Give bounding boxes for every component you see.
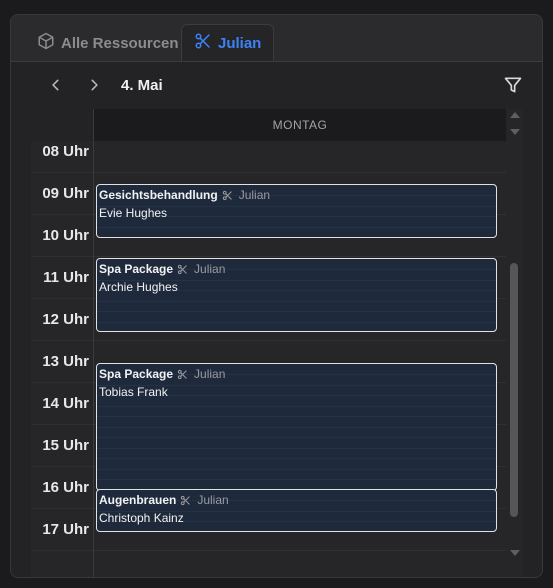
resource-tag: Julian: [180, 493, 229, 507]
appointment-title: Spa Package Julian: [99, 262, 225, 276]
service-name: Gesichtsbehandlung: [99, 188, 218, 202]
time-gutter-header: [31, 109, 93, 141]
gutter-gridline: [31, 256, 93, 257]
resource-name: Julian: [197, 493, 229, 507]
resource-name: Julian: [194, 367, 226, 381]
gutter-gridline: [31, 424, 93, 425]
hour-label: 15 Uhr: [42, 437, 89, 454]
hour-gridline: [94, 256, 506, 257]
gutter-gridline: [31, 340, 93, 341]
hour-label: 14 Uhr: [42, 395, 89, 412]
resource-tag: Julian: [222, 188, 270, 202]
appointment-title: Gesichtsbehandlung Julian: [99, 188, 270, 202]
tab-julian[interactable]: Julian: [181, 24, 274, 62]
scissors-icon: [222, 190, 236, 201]
service-name: Spa Package: [99, 367, 174, 381]
hour-label: 12 Uhr: [42, 311, 89, 328]
hour-label: 17 Uhr: [42, 521, 89, 538]
resource-tag: Julian: [177, 367, 225, 381]
cube-icon: [37, 32, 61, 54]
calendar-panel: Alle Ressourcen Julian 4. Mai MONTAG 08 …: [10, 14, 543, 578]
hour-label: 16 Uhr: [42, 479, 89, 496]
scissors-icon: [177, 369, 191, 380]
scissors-icon: [194, 32, 218, 54]
tab-label: Julian: [218, 34, 262, 52]
hour-label: 08 Uhr: [42, 143, 89, 160]
scrollbar-thumb[interactable]: [510, 263, 518, 517]
client-name: Archie Hughes: [99, 280, 178, 294]
filter-button[interactable]: [502, 76, 524, 98]
gutter-gridline: [31, 508, 93, 509]
service-name: Augenbrauen: [99, 493, 177, 507]
previous-day-button[interactable]: [45, 76, 67, 98]
next-day-button[interactable]: [83, 76, 105, 98]
slot-stripes: [97, 364, 496, 490]
tab-alle-ressourcen[interactable]: Alle Ressourcen: [25, 24, 191, 62]
scissors-icon: [177, 264, 191, 275]
gutter-gridline: [31, 466, 93, 467]
day-header: MONTAG: [94, 109, 506, 141]
gutter-gridline: [31, 382, 93, 383]
vertical-scrollbar[interactable]: [506, 109, 522, 577]
hour-label: 13 Uhr: [42, 353, 89, 370]
gutter-gridline: [31, 214, 93, 215]
chevron-left-icon: [49, 78, 63, 97]
appointment-card[interactable]: Augenbrauen Julian Christoph Kainz: [96, 489, 497, 532]
gutter-gridline: [31, 172, 93, 173]
day-calendar: MONTAG 08 Uhr 09 Uhr 10 Uhr 11 Uhr 12 Uhr 13 …: [31, 109, 522, 577]
scroll-up-arrow[interactable]: [510, 112, 520, 118]
hour-label: 10 Uhr: [42, 227, 89, 244]
scissors-icon: [180, 495, 194, 506]
gutter-gridline: [31, 550, 93, 551]
resource-name: Julian: [238, 188, 271, 202]
filter-icon: [503, 75, 523, 100]
resource-name: Julian: [194, 262, 226, 276]
appointment-card[interactable]: Gesichtsbehandlung Julian Evie Hughes: [96, 184, 497, 238]
scroll-down-arrow[interactable]: [510, 550, 520, 556]
client-name: Evie Hughes: [99, 206, 168, 220]
client-name: Tobias Frank: [99, 385, 168, 399]
appointment-card[interactable]: Spa Package Julian Tobias Frank: [96, 363, 497, 491]
hour-label: 09 Uhr: [42, 185, 89, 202]
appointment-card[interactable]: Spa Package Julian Archie Hughes: [96, 258, 497, 332]
gutter-gridline: [31, 298, 93, 299]
service-name: Spa Package: [99, 262, 174, 276]
client-name: Christoph Kainz: [99, 511, 184, 525]
resource-tabs: Alle Ressourcen Julian: [11, 15, 542, 63]
hour-gridline: [94, 340, 506, 341]
appointment-title: Augenbrauen Julian: [99, 493, 229, 507]
resource-tag: Julian: [177, 262, 225, 276]
current-date: 4. Mai: [121, 77, 163, 94]
tab-label: Alle Ressourcen: [61, 34, 179, 52]
hour-label: 11 Uhr: [43, 269, 89, 286]
calendar-content: 4. Mai MONTAG 08 Uhr 09 Uhr 10 Uhr 11 Uhr 12…: [11, 62, 542, 577]
hour-gridline: [94, 550, 506, 551]
scroll-down-small-arrow[interactable]: [510, 129, 520, 135]
chevron-right-icon: [87, 78, 101, 97]
hour-gridline: [94, 172, 506, 173]
appointment-title: Spa Package Julian: [99, 367, 225, 381]
